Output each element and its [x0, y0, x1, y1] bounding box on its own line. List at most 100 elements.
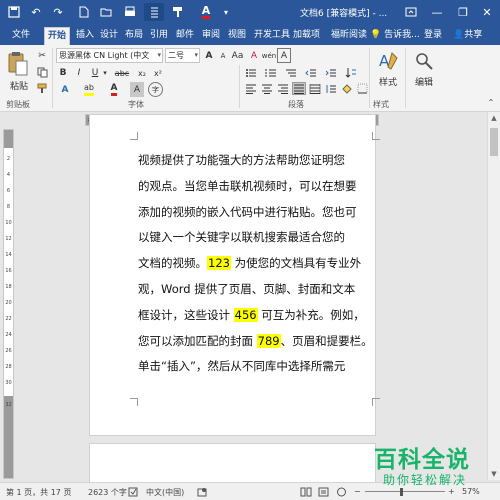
login-button[interactable]: 登录: [424, 27, 442, 45]
clear-formatting-button[interactable]: A: [247, 48, 261, 63]
format-painter-icon[interactable]: [35, 81, 49, 95]
line-spacing-icon[interactable]: [324, 82, 338, 95]
align-center-icon[interactable]: [260, 82, 274, 95]
redo-icon[interactable]: ↷: [48, 3, 68, 21]
document-line[interactable]: 添加的视频的嵌入代码中进行粘贴。您也可: [138, 200, 374, 226]
distributed-icon[interactable]: [308, 82, 322, 95]
tab-view[interactable]: 视图: [225, 27, 249, 45]
open-icon[interactable]: [96, 3, 116, 21]
align-left-icon[interactable]: [244, 82, 258, 95]
print-layout-icon[interactable]: [318, 487, 329, 499]
language-indicator[interactable]: 中文(中国): [146, 487, 184, 498]
sort-icon[interactable]: [344, 66, 358, 79]
tab-addins[interactable]: 加载项: [290, 27, 323, 45]
customize-quick-access-icon[interactable]: ▾: [216, 3, 236, 21]
cut-icon[interactable]: ✂: [35, 49, 49, 63]
zoom-out-icon[interactable]: −: [354, 487, 361, 496]
ribbon-display-options-icon[interactable]: [400, 3, 422, 21]
web-layout-icon[interactable]: [336, 487, 347, 499]
read-mode-view-icon[interactable]: [300, 487, 312, 499]
change-case-button[interactable]: Aa: [230, 48, 245, 63]
subscript-button[interactable]: x₂: [135, 66, 149, 80]
tab-insert[interactable]: 插入: [73, 27, 97, 45]
tell-me-box[interactable]: 💡 告诉我...: [370, 27, 420, 45]
increase-indent-icon[interactable]: [324, 66, 338, 79]
tab-home[interactable]: 开始: [44, 27, 71, 45]
chevron-down-icon[interactable]: ▾: [157, 49, 161, 62]
tab-developer[interactable]: 开发工具: [251, 27, 293, 45]
tab-review[interactable]: 审阅: [199, 27, 223, 45]
document-body-text[interactable]: 视频提供了功能强大的方法帮助您证明您 的观点。当您单击联机视频时，可以在想要添加的…: [138, 148, 374, 380]
chevron-down-icon[interactable]: ▾: [194, 49, 198, 62]
font-name-combo[interactable]: 思源黑体 CN Light (中文 ▾: [56, 48, 163, 63]
highlighted-text[interactable]: 123: [207, 256, 231, 271]
text-run[interactable]: 视频提供了功能强大的方法帮助您证明您: [138, 153, 345, 167]
underline-button[interactable]: U: [88, 66, 102, 80]
page-count[interactable]: 第 1 页，共 17 页: [6, 487, 71, 498]
numbering-icon[interactable]: [264, 66, 278, 79]
chevron-down-icon[interactable]: ▾: [101, 66, 109, 80]
document-line[interactable]: 观，Word 提供了页眉、页脚、封面和文本: [138, 277, 374, 303]
scroll-up-icon[interactable]: ▲: [488, 112, 500, 124]
font-color-icon[interactable]: A: [196, 3, 216, 21]
character-border-button[interactable]: A: [277, 48, 291, 63]
document-page-2[interactable]: [89, 443, 376, 483]
bullets-icon[interactable]: [244, 66, 258, 79]
text-run[interactable]: 观，Word 提供了页眉、页脚、封面和文本: [138, 282, 355, 296]
text-run[interactable]: 单击“插入”，然后从不同库中选择所需元: [138, 359, 345, 373]
superscript-button[interactable]: x²: [151, 66, 165, 80]
text-run[interactable]: 框设计，这些设计: [138, 308, 234, 322]
shading-icon[interactable]: [340, 82, 354, 95]
highlight-button[interactable]: ab: [80, 82, 98, 97]
vertical-scrollbar[interactable]: ▲ ▼: [487, 112, 500, 480]
document-line[interactable]: 单击“插入”，然后从不同库中选择所需元: [138, 354, 374, 380]
collapse-ribbon-icon[interactable]: ⌃: [486, 97, 496, 107]
strikethrough-button[interactable]: abc: [112, 66, 132, 80]
document-line[interactable]: 您可以添加匹配的封面 789、页眉和提要栏。: [138, 329, 374, 355]
tab-layout[interactable]: 布局: [122, 27, 146, 45]
bold-button[interactable]: B: [56, 66, 70, 80]
justify-icon[interactable]: [292, 82, 306, 95]
grow-font-button[interactable]: A: [202, 48, 216, 63]
tab-design[interactable]: 设计: [97, 27, 121, 45]
text-run[interactable]: 您可以添加匹配的封面: [138, 334, 257, 348]
editing-button[interactable]: 编辑: [411, 75, 437, 88]
undo-icon[interactable]: ↶: [26, 3, 46, 21]
editing-icon[interactable]: [412, 49, 436, 73]
multilevel-list-icon[interactable]: [284, 66, 298, 79]
tab-file[interactable]: 文件: [9, 27, 33, 45]
styles-button[interactable]: 样式: [375, 75, 401, 88]
italic-button[interactable]: I: [72, 66, 86, 80]
word-count[interactable]: 2623 个字: [88, 487, 127, 498]
print-preview-icon[interactable]: [120, 3, 140, 21]
document-line[interactable]: 视频提供了功能强大的方法帮助您证明您: [138, 148, 374, 174]
styles-icon[interactable]: A: [375, 49, 401, 73]
format-painter-icon[interactable]: [168, 3, 188, 21]
proofing-icon[interactable]: [128, 487, 138, 499]
restore-button[interactable]: ❐: [452, 3, 474, 21]
text-run[interactable]: 的观点。当您单击联机视频时，可以在想要: [138, 179, 357, 193]
text-run[interactable]: 为使您的文档具有专业外: [231, 256, 362, 270]
highlighted-text[interactable]: 456: [233, 307, 258, 322]
tab-foxit[interactable]: 福昕阅读: [328, 27, 370, 45]
document-line[interactable]: 以键入一个关键字以联机搜索最适合您的: [138, 225, 374, 251]
copy-icon[interactable]: [35, 65, 49, 79]
document-line[interactable]: 框设计，这些设计 456 可互为补充。例如，: [138, 303, 374, 329]
close-button[interactable]: ✕: [476, 3, 498, 21]
phonetic-guide-button[interactable]: wén: [261, 48, 277, 63]
borders-icon[interactable]: [356, 82, 368, 95]
read-mode-icon[interactable]: [144, 3, 164, 21]
paste-icon[interactable]: [5, 49, 31, 79]
macro-icon[interactable]: [197, 487, 207, 499]
font-size-combo[interactable]: 二号 ▾: [165, 48, 200, 63]
document-line[interactable]: 的观点。当您单击联机视频时，可以在想要: [138, 174, 374, 200]
minimize-button[interactable]: —: [426, 3, 448, 21]
align-right-icon[interactable]: [276, 82, 290, 95]
enclose-characters-button[interactable]: 字: [148, 82, 163, 97]
new-document-icon[interactable]: [74, 3, 94, 21]
decrease-indent-icon[interactable]: [304, 66, 318, 79]
tab-references[interactable]: 引用: [147, 27, 171, 45]
text-run[interactable]: 文档的视频。: [138, 256, 207, 270]
shrink-font-button[interactable]: A: [216, 48, 230, 63]
text-run[interactable]: 以键入一个关键字以联机搜索最适合您的: [138, 230, 345, 244]
